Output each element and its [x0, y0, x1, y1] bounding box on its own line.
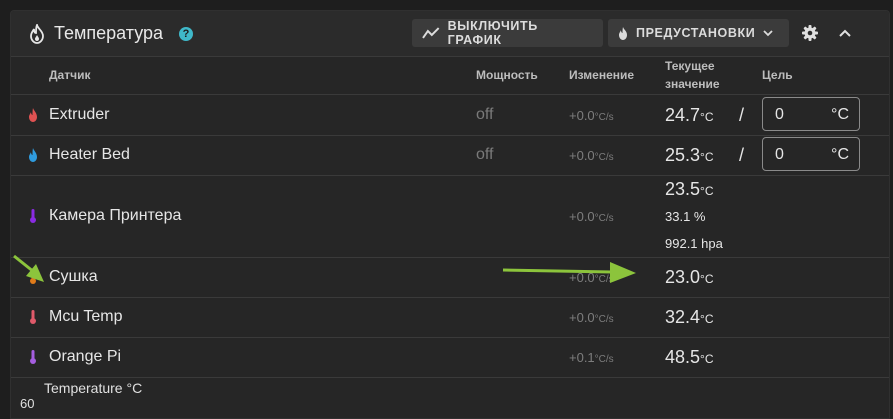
gear-icon[interactable] [799, 22, 821, 44]
temperature-panel: Температура ? ВЫКЛЮЧИТЬ ГРАФИК ПРЕДУСТАН… [10, 10, 890, 419]
rate-value: +0.0°C/s [569, 209, 614, 224]
target-temp-input[interactable]: 0 °C [762, 97, 860, 131]
sensor-name[interactable]: Extruder [49, 106, 109, 124]
separator: / [739, 145, 745, 165]
chart-axis-tick: 60 [20, 396, 35, 411]
chevron-up-icon[interactable] [834, 22, 856, 44]
rate-value: +0.0°C/s [569, 270, 614, 285]
flame-icon [29, 108, 37, 122]
rate-value: +0.1°C/s [569, 350, 614, 365]
chart-line-icon [422, 27, 440, 39]
thermometer-icon [30, 310, 36, 324]
table-row-orange-pi: Orange Pi +0.1°C/s 48.5°C [11, 337, 889, 378]
thermometer-icon [30, 209, 36, 223]
presets-button[interactable]: ПРЕДУСТАНОВКИ [608, 19, 789, 47]
column-current-line2: значение [665, 77, 720, 91]
table-row-mcu-temp: Mcu Temp +0.0°C/s 32.4°C [11, 297, 889, 338]
chevron-down-icon [763, 29, 773, 36]
current-temp: 23.0°C [665, 267, 714, 287]
power-value: off [476, 146, 494, 163]
current-temp: 23.5°C [665, 179, 714, 199]
current-temp: 24.7°C [665, 105, 714, 125]
sensor-name[interactable]: Mcu Temp [49, 308, 123, 326]
humidity-value: 33.1 % [665, 209, 706, 224]
current-temp: 32.4°C [665, 307, 714, 327]
table-row-dryer: Сушка +0.0°C/s 23.0°C [11, 257, 889, 298]
chart-title: Temperature °C [44, 380, 143, 396]
table-row-printer-chamber: Камера Принтера +0.0°C/s 23.5°C 33.1 % 9… [11, 175, 889, 258]
table-row-heater-bed: Heater Bed off +0.0°C/s 25.3°C / 0 °C [11, 135, 889, 176]
thermometer-icon [30, 270, 36, 284]
table-row-extruder: Extruder off +0.0°C/s 24.7°C / 0 °C [11, 95, 889, 136]
target-unit: °C [831, 146, 849, 163]
current-temp: 25.3°C [665, 145, 714, 165]
presets-label: ПРЕДУСТАНОВКИ [636, 26, 756, 40]
thermometer-icon [30, 350, 36, 364]
sensor-name[interactable]: Heater Bed [49, 146, 130, 164]
power-value: off [476, 106, 494, 123]
rate-value: +0.0°C/s [569, 310, 614, 325]
toggle-chart-label: ВЫКЛЮЧИТЬ ГРАФИК [447, 19, 538, 47]
flame-icon [29, 148, 37, 162]
separator: / [739, 105, 745, 125]
column-sensor: Датчик [49, 68, 91, 82]
target-temp-input[interactable]: 0 °C [762, 137, 860, 171]
panel-title: Температура [54, 23, 164, 43]
panel-header: Температура ? ВЫКЛЮЧИТЬ ГРАФИК ПРЕДУСТАН… [11, 11, 889, 57]
help-icon[interactable]: ? [179, 27, 193, 41]
rate-value: +0.0°C/s [569, 148, 614, 163]
column-target: Цель [762, 68, 793, 82]
column-change: Изменение [569, 68, 635, 82]
table-header: Датчик Мощность Изменение Текущее значен… [11, 56, 889, 95]
sensor-name[interactable]: Камера Принтера [49, 207, 181, 225]
column-current-line1: Текущее [665, 59, 715, 73]
pressure-value: 992.1 hpa [665, 236, 723, 251]
current-temp: 48.5°C [665, 347, 714, 367]
toggle-chart-button[interactable]: ВЫКЛЮЧИТЬ ГРАФИК [412, 19, 603, 47]
sensor-name[interactable]: Orange Pi [49, 348, 121, 366]
target-value: 0 [775, 106, 784, 123]
rate-value: +0.0°C/s [569, 108, 614, 123]
column-power: Мощность [476, 68, 538, 82]
sensor-name[interactable]: Сушка [49, 268, 98, 286]
target-value: 0 [775, 146, 784, 163]
target-unit: °C [831, 106, 849, 123]
fire-icon [619, 26, 627, 40]
fire-icon [30, 24, 44, 44]
